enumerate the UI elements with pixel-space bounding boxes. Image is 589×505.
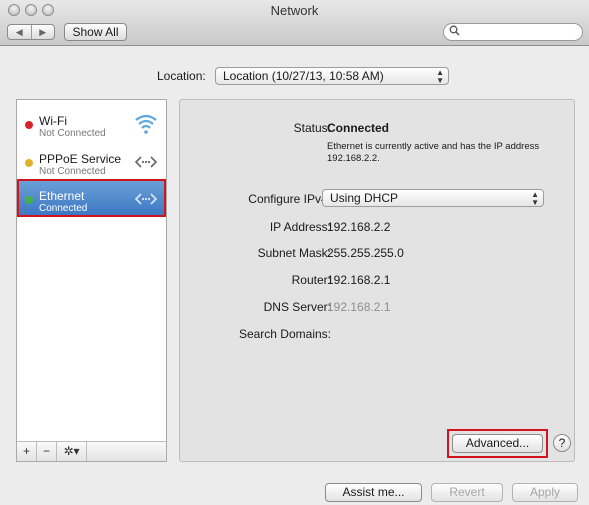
location-value: Location (10/27/13, 10:58 AM) <box>223 69 384 83</box>
back-arrow-icon[interactable]: ◀ <box>8 25 32 39</box>
service-status: Not Connected <box>39 128 106 139</box>
remove-service-button[interactable]: − <box>37 442 57 461</box>
service-name: PPPoE Service <box>39 152 122 166</box>
subnet-mask-value: 255.255.255.0 <box>327 246 404 260</box>
router-value: 192.168.2.1 <box>327 273 391 287</box>
service-name: Wi-Fi <box>39 114 67 128</box>
service-item-pppoe[interactable]: PPPoE Service Not Connected <box>17 142 166 180</box>
advanced-button[interactable]: Advanced... <box>452 434 543 453</box>
service-status: Connected <box>39 203 88 214</box>
revert-button[interactable]: Revert <box>431 483 503 502</box>
router-label: Router: <box>291 273 331 287</box>
status-label: Status: <box>293 121 331 135</box>
popup-arrows-icon: ▲ ▼ <box>531 190 539 207</box>
service-item-wifi[interactable]: Wi-Fi Not Connected <box>17 104 166 142</box>
status-description: Ethernet is currently active and has the… <box>327 141 540 164</box>
ethernet-arrows-icon <box>134 193 158 205</box>
service-name: Ethernet <box>39 189 85 203</box>
advanced-highlight: Advanced... <box>447 429 548 458</box>
service-status: Not Connected <box>39 166 106 177</box>
back-forward-control: ◀ ▶ <box>7 24 55 40</box>
help-button[interactable]: ? <box>553 434 571 452</box>
status-value: Connected <box>327 121 390 135</box>
gear-icon[interactable]: ✲▾ <box>57 442 87 461</box>
service-list: Wi-Fi Not Connected PPPoE Service Not Co… <box>16 99 167 462</box>
location-popup[interactable]: Location (10/27/13, 10:58 AM) ▲ ▼ <box>215 67 449 85</box>
status-dot <box>25 159 33 167</box>
subnet-mask-label: Subnet Mask: <box>257 246 331 260</box>
wifi-icon <box>135 114 157 134</box>
add-service-button[interactable]: + <box>17 442 37 461</box>
search-domains-label: Search Domains: <box>238 327 331 341</box>
dns-server-value: 192.168.2.1 <box>327 300 391 314</box>
configure-ipv4-value: Using DHCP <box>330 191 399 205</box>
status-dot <box>25 196 33 204</box>
ip-address-value: 192.168.2.2 <box>327 220 391 234</box>
service-item-ethernet[interactable]: Ethernet Connected <box>17 179 166 217</box>
popup-arrows-icon: ▲ ▼ <box>436 68 444 85</box>
window-title: Network <box>270 3 319 18</box>
configure-ipv4-popup[interactable]: Using DHCP ▲ ▼ <box>322 189 544 207</box>
window-titlebar: Network ◀ ▶ Show All <box>0 0 589 46</box>
status-dot <box>25 121 33 129</box>
search-icon <box>449 25 460 36</box>
configure-ipv4-label: Configure IPv4: <box>248 192 331 206</box>
assist-me-button[interactable]: Assist me... <box>325 483 422 502</box>
apply-button[interactable]: Apply <box>512 483 578 502</box>
dns-server-label: DNS Server: <box>263 300 331 314</box>
search-field[interactable] <box>443 23 583 41</box>
ip-address-label: IP Address: <box>269 220 331 234</box>
forward-arrow-icon[interactable]: ▶ <box>32 25 55 39</box>
service-list-toolbar: + − ✲▾ <box>17 441 166 461</box>
ethernet-arrows-icon <box>134 156 158 168</box>
show-all-button[interactable]: Show All <box>64 23 127 41</box>
location-label: Location: <box>157 69 206 83</box>
